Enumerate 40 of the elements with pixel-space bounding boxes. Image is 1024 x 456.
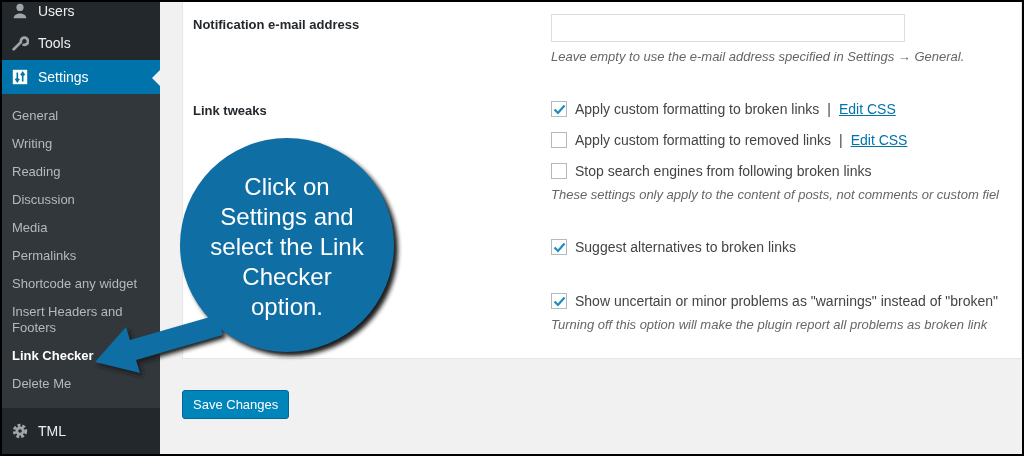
checkbox[interactable] [551,163,567,179]
checkbox[interactable] [551,293,567,309]
submenu-item[interactable]: Media [2,214,58,242]
menu-item[interactable]: Users [2,2,160,26]
checkbox[interactable] [551,239,567,255]
edit-css-link[interactable]: Edit CSS [850,132,908,148]
checkbox-label: Apply custom formatting to broken links [575,101,820,117]
checkbox[interactable] [551,132,567,148]
checkbox-label: Suggest alternatives to broken links [575,239,796,255]
wrench-icon [11,34,29,52]
field-label: Notification e-mail address [193,17,360,32]
checkbox[interactable] [551,101,567,117]
field-description: Turning off this option will make the plugin report all problems as broken link [551,317,989,332]
separator: | [839,132,843,148]
submenu-item[interactable]: General [2,102,69,130]
user-icon [11,2,29,20]
separator: | [827,101,831,117]
menu-item[interactable]: Tools [2,26,160,60]
edit-css-link[interactable]: Edit CSS [839,101,896,117]
settings-icon [11,422,29,440]
submenu-item[interactable]: Discussion [2,186,85,214]
sliders-icon [11,68,29,86]
email-field[interactable] [551,14,905,42]
field-description: These settings only apply to the content of posts, not comments or custom fiel [551,187,999,202]
menu-item[interactable]: Settings [2,60,160,94]
callout-text: Click on Settings and select the Link Checker option. [209,172,365,322]
checkbox-label: Apply custom formatting to removed links [575,132,831,148]
submenu-item[interactable]: Reading [2,158,71,186]
submenu-item[interactable]: Insert Headers and Footers [2,298,160,342]
save-button[interactable]: Save Changes [182,390,290,419]
checkbox-label: Show uncertain or minor problems as "warnings" instead of "broken" [575,293,998,309]
checkbox-label: Stop search engines from following broken links [575,163,872,179]
field-label: Link tweaks [193,103,267,118]
field-description: Leave empty to use the e-mail address specified in Settings → General. [551,49,965,64]
submenu-item[interactable]: Link Checker [2,342,104,370]
submenu-item[interactable]: Delete Me [2,370,82,398]
submenu-item[interactable]: Writing [2,130,63,158]
menu-item[interactable]: TML [2,414,160,448]
submenu-item[interactable]: Permalinks [2,242,87,270]
submenu-item[interactable]: Shortcode any widget [2,270,148,298]
